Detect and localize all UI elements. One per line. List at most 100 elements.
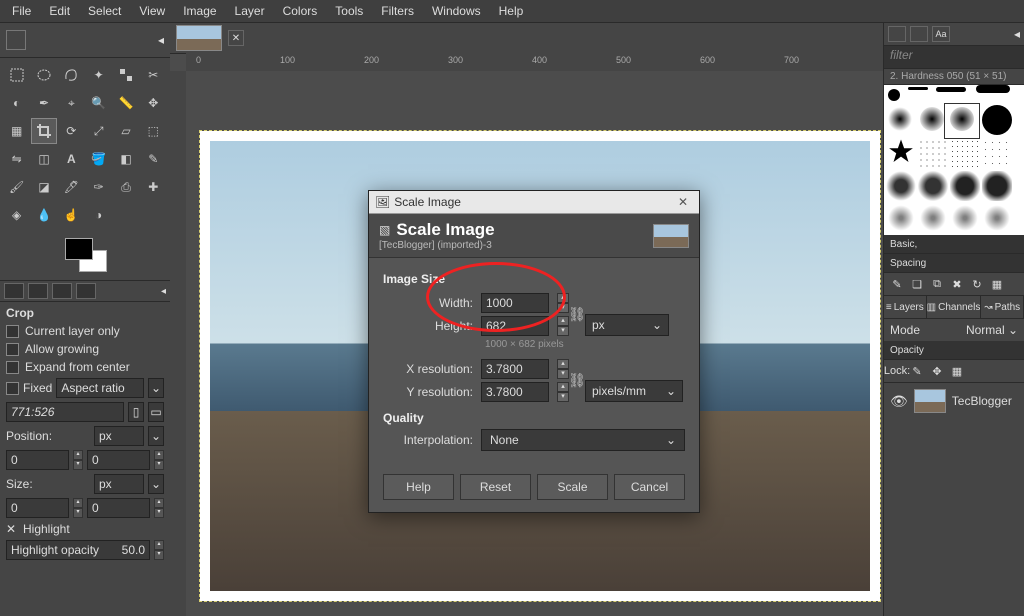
menu-edit[interactable]: Edit bbox=[41, 1, 78, 21]
spin-up-icon[interactable]: ▴ bbox=[73, 498, 83, 508]
size-unit-select[interactable]: px⌄ bbox=[585, 314, 669, 336]
brush-filter-input[interactable]: filter bbox=[884, 46, 1024, 69]
spin-down-icon[interactable]: ▾ bbox=[73, 460, 83, 470]
pos-y-input[interactable]: 0 bbox=[87, 450, 150, 470]
yres-input[interactable]: 3.7800 bbox=[481, 382, 549, 402]
tool-dodge[interactable]: ◑ bbox=[86, 202, 111, 228]
spin-down-icon[interactable]: ▾ bbox=[154, 508, 164, 518]
duplicate-brush-icon[interactable]: ⧉ bbox=[930, 277, 944, 291]
spin-down-icon[interactable]: ▾ bbox=[154, 460, 164, 470]
chevron-down-icon[interactable]: ⌄ bbox=[148, 426, 164, 446]
tab-undo-history[interactable] bbox=[52, 283, 72, 299]
tab-channels[interactable]: ▥Channels bbox=[927, 296, 982, 318]
tool-paths[interactable]: ✒ bbox=[31, 90, 56, 116]
tool-color-picker[interactable]: ⌖ bbox=[59, 90, 84, 116]
dock-menu-icon[interactable]: ◂ bbox=[1014, 27, 1020, 41]
tool-fuzzy-select[interactable]: ✦ bbox=[86, 62, 111, 88]
tool-eraser[interactable]: ◪ bbox=[31, 174, 56, 200]
spin-up-icon[interactable]: ▴ bbox=[154, 450, 164, 460]
new-brush-icon[interactable]: ❏ bbox=[910, 277, 924, 291]
height-input[interactable]: 682 bbox=[481, 316, 549, 336]
reset-button[interactable]: Reset bbox=[460, 474, 531, 500]
cancel-button[interactable]: Cancel bbox=[614, 474, 685, 500]
spin-up-icon[interactable]: ▴ bbox=[73, 450, 83, 460]
tool-perspective[interactable]: ⬚ bbox=[141, 118, 166, 144]
menu-tools[interactable]: Tools bbox=[327, 1, 371, 21]
close-x-icon[interactable]: ✕ bbox=[6, 522, 17, 536]
brush-grid[interactable] bbox=[884, 85, 1024, 235]
layer-row[interactable]: 👁 TecBlogger bbox=[884, 383, 1024, 419]
menu-help[interactable]: Help bbox=[491, 1, 532, 21]
dock-tab-patterns-icon[interactable] bbox=[910, 26, 928, 42]
spin-up-icon[interactable]: ▴ bbox=[154, 498, 164, 508]
tool-rotate[interactable]: ⟳ bbox=[59, 118, 84, 144]
tab-close-button[interactable]: ✕ bbox=[228, 30, 244, 46]
interpolation-select[interactable]: None⌄ bbox=[481, 429, 685, 451]
tab-layers[interactable]: ≡Layers bbox=[884, 296, 927, 318]
dialog-close-button[interactable]: ✕ bbox=[673, 195, 693, 209]
tool-smudge[interactable]: ☝ bbox=[59, 202, 84, 228]
link-chain-icon[interactable]: ⛓ bbox=[569, 361, 585, 401]
tool-blur[interactable]: 💧 bbox=[31, 202, 56, 228]
menu-image[interactable]: Image bbox=[175, 1, 224, 21]
tool-bucket-fill[interactable]: 🪣 bbox=[86, 146, 111, 172]
visibility-eye-icon[interactable]: 👁 bbox=[890, 393, 908, 410]
toolbox-tab-icon[interactable] bbox=[6, 30, 26, 50]
spin-up-icon[interactable]: ▴ bbox=[154, 540, 164, 550]
position-unit-select[interactable]: px bbox=[94, 426, 144, 446]
tab-tool-options[interactable] bbox=[4, 283, 24, 299]
tool-cage[interactable]: ◫ bbox=[31, 146, 56, 172]
tool-move[interactable]: ✥ bbox=[141, 90, 166, 116]
size-h-input[interactable]: 0 bbox=[87, 498, 150, 518]
spin-up-icon[interactable]: ▴ bbox=[557, 293, 569, 303]
pos-x-input[interactable]: 0 bbox=[6, 450, 69, 470]
link-chain-icon[interactable]: ⛓ bbox=[569, 295, 585, 335]
help-button[interactable]: Help bbox=[383, 474, 454, 500]
orientation-portrait-icon[interactable]: ▯ bbox=[128, 402, 144, 422]
dialog-titlebar[interactable]: 🖼Scale Image ✕ bbox=[369, 191, 699, 214]
size-unit-select[interactable]: px bbox=[94, 474, 144, 494]
spin-down-icon[interactable]: ▾ bbox=[73, 508, 83, 518]
lock-alpha-icon[interactable]: ▦ bbox=[950, 364, 964, 378]
menu-colors[interactable]: Colors bbox=[275, 1, 326, 21]
lock-position-icon[interactable]: ✥ bbox=[930, 364, 944, 378]
menu-windows[interactable]: Windows bbox=[424, 1, 489, 21]
tool-align[interactable]: ▦ bbox=[4, 118, 29, 144]
tool-text[interactable]: A bbox=[59, 146, 84, 172]
delete-brush-icon[interactable]: ✖ bbox=[950, 277, 964, 291]
menu-file[interactable]: File bbox=[4, 1, 39, 21]
foreground-color[interactable] bbox=[65, 238, 93, 260]
menu-select[interactable]: Select bbox=[80, 1, 129, 21]
tool-ellipse-select[interactable] bbox=[31, 62, 56, 88]
fixed-mode-select[interactable]: Aspect ratio bbox=[56, 378, 144, 398]
layer-name[interactable]: TecBlogger bbox=[952, 394, 1012, 408]
tab-device-status[interactable] bbox=[28, 283, 48, 299]
tool-heal[interactable]: ✚ bbox=[141, 174, 166, 200]
dock-tab-fonts-icon[interactable]: Aa bbox=[932, 26, 950, 42]
orientation-landscape-icon[interactable]: ▭ bbox=[148, 402, 164, 422]
tool-shear[interactable]: ▱ bbox=[113, 118, 138, 144]
checkbox-current-layer[interactable] bbox=[6, 325, 19, 338]
fg-bg-color[interactable] bbox=[61, 236, 109, 276]
tool-paintbrush[interactable]: 🖌 bbox=[4, 174, 29, 200]
refresh-brush-icon[interactable]: ↻ bbox=[970, 277, 984, 291]
edit-brush-icon[interactable]: ✎ bbox=[890, 277, 904, 291]
brush-tags[interactable]: Basic, bbox=[884, 235, 1024, 254]
tab-images[interactable] bbox=[76, 283, 96, 299]
menu-layer[interactable]: Layer bbox=[227, 1, 273, 21]
tool-clone[interactable]: ⎙ bbox=[113, 174, 138, 200]
brush-spacing[interactable]: Spacing bbox=[884, 254, 1024, 273]
tool-blend[interactable]: ◧ bbox=[113, 146, 138, 172]
checkbox-expand-center[interactable] bbox=[6, 361, 19, 374]
tool-airbrush[interactable]: 🖊 bbox=[59, 174, 84, 200]
scale-button[interactable]: Scale bbox=[537, 474, 608, 500]
tab-menu-icon[interactable]: ◂ bbox=[161, 286, 166, 297]
fixed-value-input[interactable]: 771:526 bbox=[6, 402, 124, 422]
image-tab-thumbnail[interactable] bbox=[176, 25, 222, 51]
xres-input[interactable]: 3.7800 bbox=[481, 359, 549, 379]
lock-pixels-icon[interactable]: ✎ bbox=[910, 364, 924, 378]
tool-by-color-select[interactable] bbox=[113, 62, 138, 88]
chevron-down-icon[interactable]: ⌄ bbox=[148, 378, 164, 398]
dock-tab-brushes-icon[interactable] bbox=[888, 26, 906, 42]
tool-pencil[interactable]: ✎ bbox=[141, 146, 166, 172]
